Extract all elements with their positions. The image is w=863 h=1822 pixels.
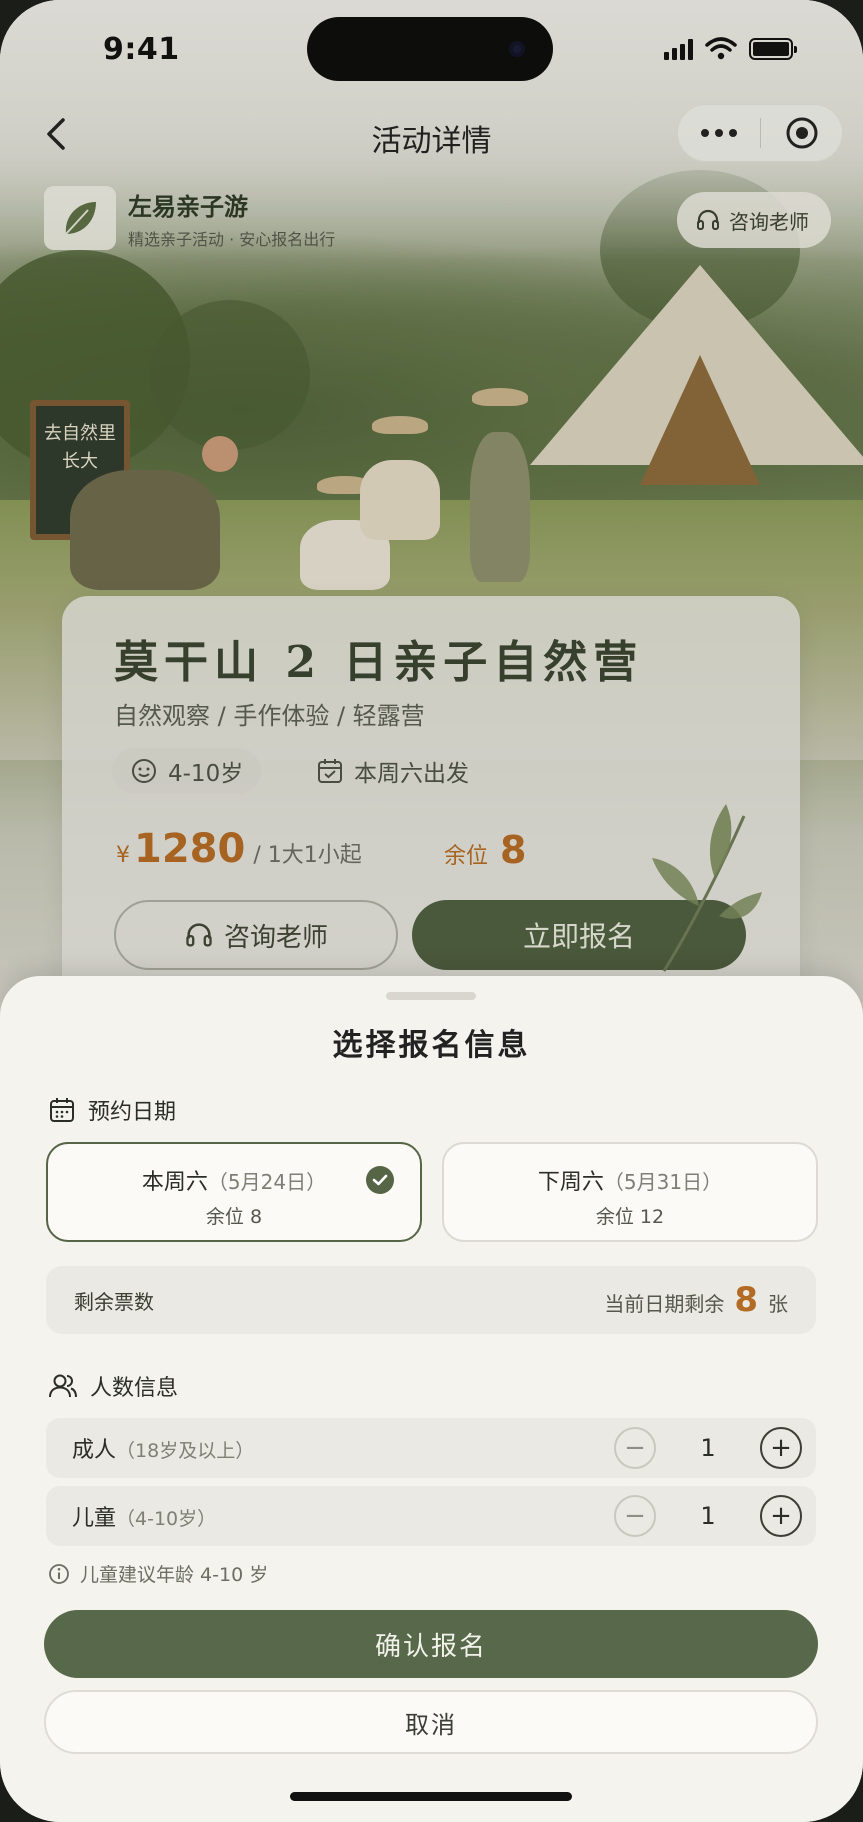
activity-subtitle: 自然观察 / 手作体验 / 轻露营 (114, 702, 425, 730)
departure-chip: 本周六出发 (298, 748, 487, 794)
close-miniapp-button[interactable] (761, 116, 842, 150)
signal-icon (664, 38, 693, 60)
age-chip-label: 4-10岁 (168, 761, 244, 787)
age-hint-text: 儿童建议年龄 4-10 岁 (80, 1564, 269, 1586)
sheet-title: 选择报名信息 (332, 1028, 531, 1063)
date-section-header: 预约日期 (48, 1094, 176, 1126)
price-unit: / 1大1小起 (253, 843, 362, 868)
date-option-date: （5月24日） (207, 1170, 327, 1194)
consult-teacher-button[interactable]: 咨询老师 (114, 900, 398, 970)
father-figure (70, 436, 238, 590)
age-chip: 4-10岁 (112, 748, 262, 794)
chalkboard-text: 去自然里 (44, 423, 116, 444)
people-section-header: 人数信息 (48, 1370, 178, 1402)
leaf-logo-icon (65, 202, 96, 235)
check-icon (366, 1166, 394, 1194)
date-option-seats: 余位 12 (595, 1206, 665, 1228)
leaf-decoration-icon (652, 804, 762, 972)
home-indicator[interactable] (290, 1792, 572, 1801)
date-option-day: 本周六 (141, 1170, 208, 1195)
tent (530, 265, 863, 515)
price: ¥ 1280 / 1大1小起 (116, 826, 362, 872)
more-button[interactable] (678, 105, 760, 161)
adult-minus-button[interactable]: − (614, 1427, 656, 1469)
calendar-icon (50, 1098, 74, 1122)
date-option-this-saturday[interactable]: 本周六（5月24日） 余位 8 (46, 1142, 422, 1242)
child-range: （4-10岁） (116, 1508, 217, 1530)
people-section-label: 人数信息 (90, 1376, 179, 1401)
mother-figure (360, 416, 440, 540)
more-icon (701, 129, 709, 137)
consult-teacher-top-button[interactable]: 咨询老师 (677, 192, 831, 248)
tickets-suffix: 张 (768, 1292, 788, 1316)
status-time: 9:41 (103, 32, 180, 67)
adult-count-row: 成人（18岁及以上） − 1 + (46, 1418, 816, 1478)
dynamic-island (307, 17, 553, 81)
tickets-prefix: 当前日期剩余 (604, 1292, 725, 1316)
consult-top-label: 咨询老师 (729, 209, 809, 234)
activity-title: 莫干山 2 日亲子自然营 (114, 637, 644, 688)
headset-icon (697, 209, 719, 230)
status-bar: 9:41 (0, 0, 863, 100)
date-option-day: 下周六 (537, 1170, 604, 1195)
adult-stepper: − 1 + (614, 1427, 802, 1469)
headset-icon (186, 923, 212, 947)
target-icon (786, 117, 817, 149)
child-plus-button[interactable]: + (760, 1495, 802, 1537)
remaining-label: 余位 (444, 844, 489, 869)
status-icons (664, 36, 797, 60)
tree (150, 300, 310, 450)
child-stepper: − 1 + (614, 1495, 802, 1537)
calendar-icon (318, 759, 342, 783)
date-option-seats: 余位 8 (205, 1206, 263, 1228)
brand-subtitle: 精选亲子活动 · 安心报名出行 (128, 229, 336, 249)
activity-card: 莫干山 2 日亲子自然营 自然观察 / 手作体验 / 轻露营 4-10岁 本周六… (62, 596, 800, 1016)
brand-logo (44, 186, 116, 250)
child-count-row: 儿童（4-10岁） − 1 + (46, 1486, 816, 1546)
adult-plus-button[interactable]: + (760, 1427, 802, 1469)
age-hint: 儿童建议年龄 4-10 岁 (48, 1560, 268, 1587)
consult-button-label: 咨询老师 (223, 922, 328, 953)
cancel-button[interactable]: 取消 (44, 1690, 818, 1754)
adult-count-value: 1 (700, 1434, 716, 1462)
nav-bar: 活动详情 (0, 100, 863, 170)
users-icon (49, 1374, 77, 1398)
remaining-value: 8 (500, 828, 527, 872)
battery-icon (749, 38, 797, 60)
miniapp-capsule (677, 104, 843, 162)
child-count-value: 1 (700, 1502, 716, 1530)
date-option-date: （5月31日） (603, 1170, 723, 1194)
phone-screen: 去自然里 长大 9:41 活动详情 左易亲子游 精选亲子活动 · 安心报名出行 … (0, 0, 863, 1822)
signup-bottom-sheet: 选择报名信息 预约日期 本周六（5月24日） 余位 8 下周六（5月31日） 余… (0, 976, 863, 1822)
price-currency: ¥ (116, 843, 130, 868)
adult-range: （18岁及以上） (116, 1440, 255, 1462)
sheet-grabber[interactable] (386, 992, 476, 1000)
tickets-count: 8 (734, 1280, 758, 1320)
date-option-next-saturday[interactable]: 下周六（5月31日） 余位 12 (442, 1142, 818, 1242)
brand-header: 左易亲子游 精选亲子活动 · 安心报名出行 (44, 186, 335, 250)
info-icon (49, 1563, 69, 1584)
child-label: 儿童 (72, 1506, 117, 1531)
child-minus-button[interactable]: − (614, 1495, 656, 1537)
departure-chip-label: 本周六出发 (354, 761, 469, 787)
remaining-seats: 余位 8 (444, 828, 526, 872)
tickets-label: 剩余票数 (74, 1289, 154, 1314)
adult-label: 成人 (72, 1438, 117, 1463)
price-value: 1280 (134, 826, 246, 872)
brand-name: 左易亲子游 (128, 192, 248, 221)
face-icon (132, 759, 156, 783)
confirm-signup-button[interactable]: 确认报名 (44, 1610, 818, 1678)
wifi-icon (705, 37, 737, 60)
remaining-tickets-row: 剩余票数 当前日期剩余 8 张 (46, 1266, 816, 1334)
boy-figure (470, 388, 530, 582)
date-section-label: 预约日期 (88, 1100, 177, 1125)
